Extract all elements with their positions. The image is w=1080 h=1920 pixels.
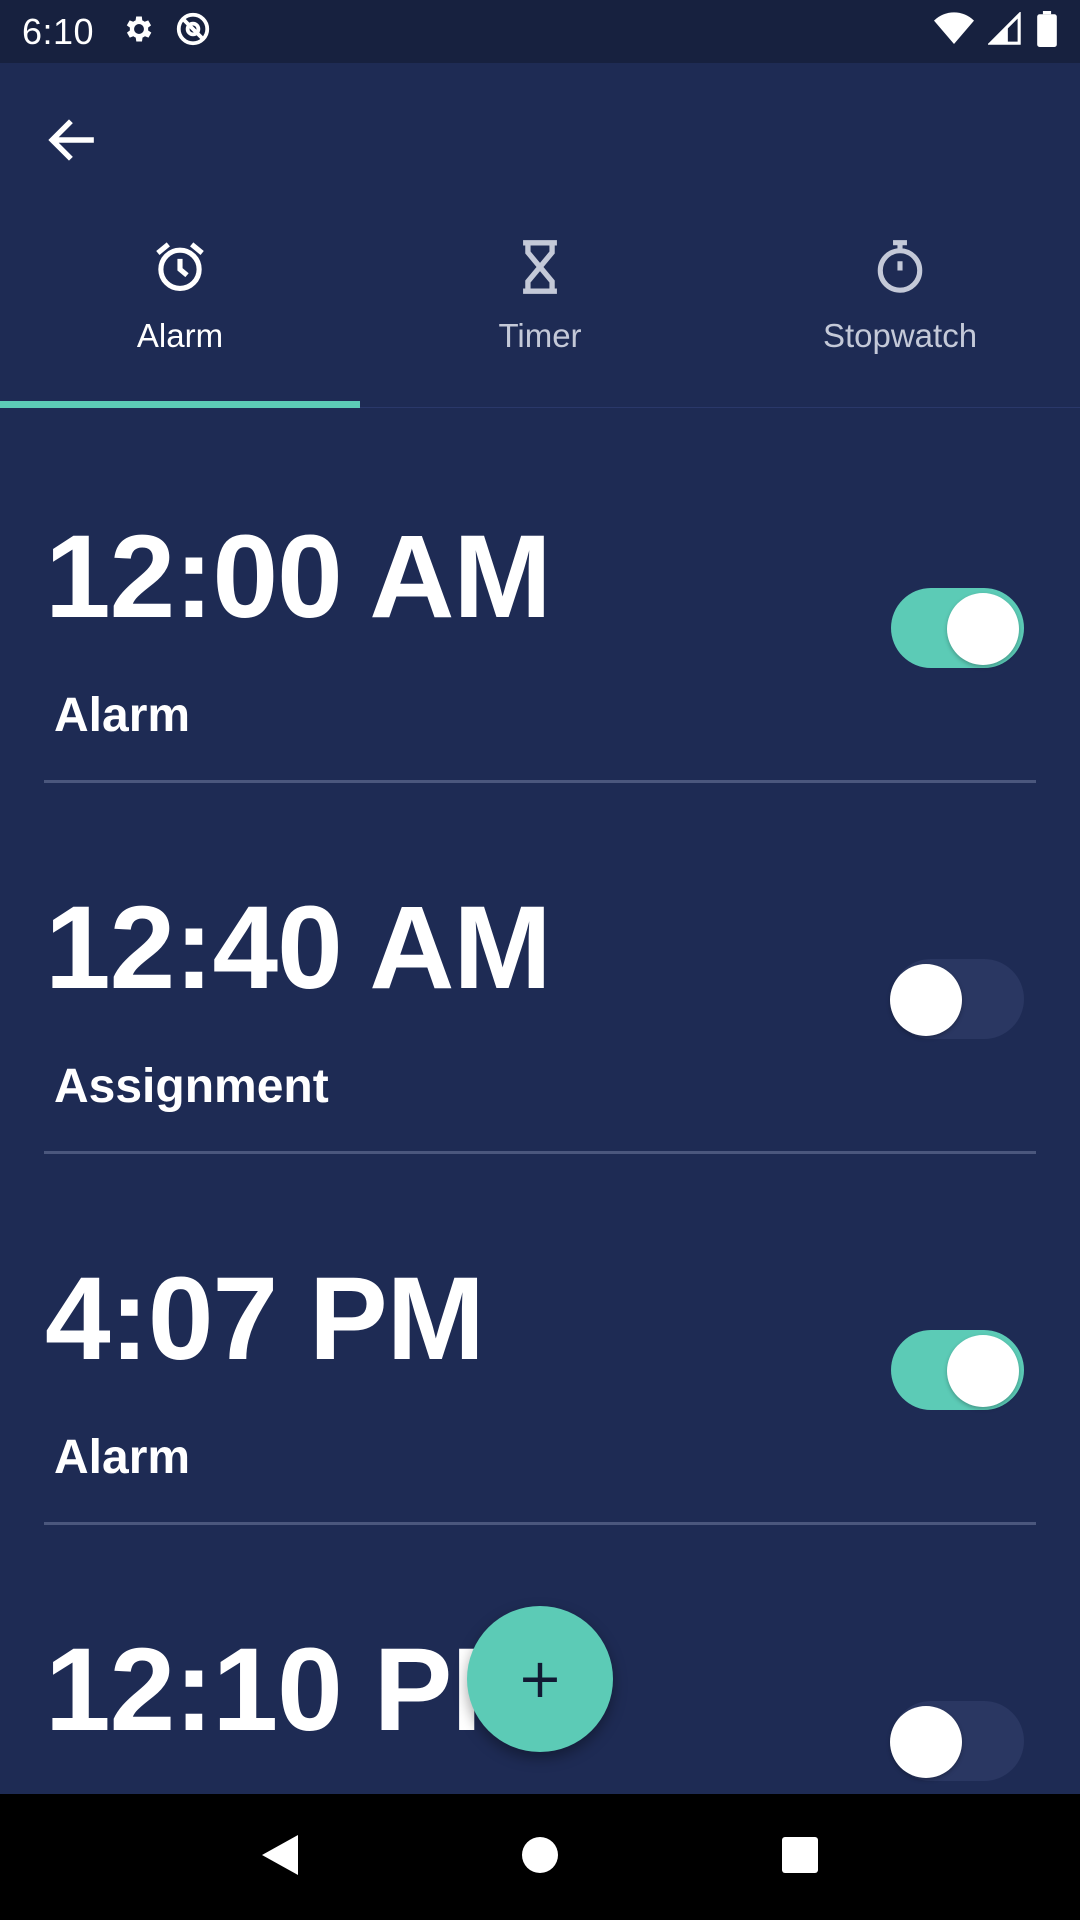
recents-square-icon <box>780 1835 820 1880</box>
battery-icon <box>1036 11 1058 52</box>
tab-alarm[interactable]: Alarm <box>0 223 360 408</box>
alarm-item[interactable]: 12:00 AM Alarm <box>0 408 1080 783</box>
at-sync-icon <box>174 10 212 53</box>
status-bar: 6:10 <box>0 0 1080 63</box>
tab-bar: Alarm Timer Stopwatch <box>0 223 1080 408</box>
nav-back-button[interactable] <box>240 1817 320 1897</box>
alarm-time[interactable]: 12:00 AM <box>45 518 552 636</box>
status-right-icons <box>934 11 1058 52</box>
tab-indicator <box>0 401 360 408</box>
gear-icon <box>122 12 156 51</box>
tab-timer[interactable]: Timer <box>360 223 720 407</box>
nav-home-button[interactable] <box>500 1817 580 1897</box>
hourglass-icon <box>515 235 565 299</box>
home-circle-icon <box>520 1835 560 1880</box>
toggle-knob <box>947 1335 1019 1407</box>
tab-timer-label: Timer <box>498 317 582 354</box>
back-triangle-icon <box>258 1831 302 1884</box>
stopwatch-icon <box>872 235 928 299</box>
app-bar: Alarm Timer Stopwatch <box>0 63 1080 408</box>
alarm-toggle[interactable] <box>891 1330 1024 1410</box>
alarm-list: 12:00 AM Alarm 12:40 AM Assignment 4:07 … <box>0 408 1080 1794</box>
tab-alarm-label: Alarm <box>136 317 224 354</box>
add-alarm-button[interactable]: + <box>467 1606 613 1752</box>
tab-stopwatch-label: Stopwatch <box>822 317 978 354</box>
navigation-bar <box>0 1794 1080 1920</box>
status-left-icons <box>122 10 212 53</box>
alarm-label: Assignment <box>54 1060 329 1113</box>
alarm-toggle[interactable] <box>890 1701 1024 1781</box>
plus-icon: + <box>517 1647 563 1710</box>
alarm-item[interactable]: 12:40 AM Assignment <box>0 779 1080 1154</box>
alarm-time[interactable]: 12:40 AM <box>45 889 552 1007</box>
alarm-label: Alarm <box>54 689 191 742</box>
alarm-time[interactable]: 4:07 PM <box>45 1260 485 1378</box>
alarm-toggle[interactable] <box>891 588 1024 668</box>
signal-icon <box>987 11 1022 51</box>
alarm-item[interactable]: 4:07 PM Alarm <box>0 1150 1080 1525</box>
alarm-clock-icon <box>152 235 208 299</box>
status-time: 6:10 <box>22 10 95 52</box>
toggle-knob <box>890 964 962 1036</box>
alarm-toggle[interactable] <box>890 959 1024 1039</box>
toggle-knob <box>890 1706 962 1778</box>
toggle-knob <box>947 593 1019 665</box>
back-button[interactable] <box>40 109 106 175</box>
alarm-label: Alarm <box>54 1431 191 1484</box>
nav-recents-button[interactable] <box>760 1817 840 1897</box>
tab-stopwatch[interactable]: Stopwatch <box>720 223 1080 407</box>
wifi-icon <box>934 12 974 51</box>
arrow-left-icon <box>48 117 98 168</box>
